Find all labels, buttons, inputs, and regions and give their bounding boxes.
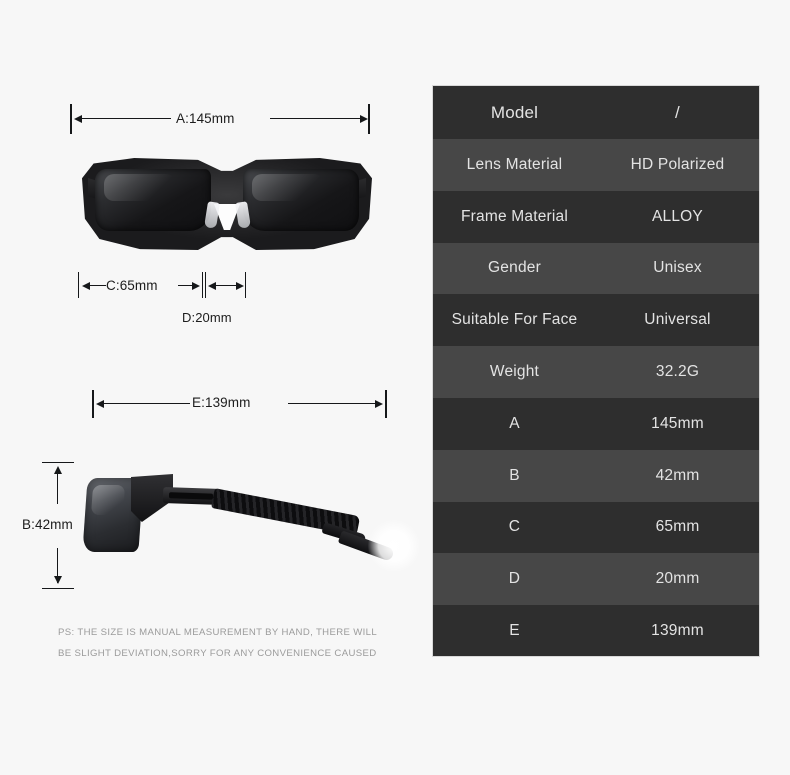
spec-value: HD Polarized (630, 155, 725, 173)
spec-value: 32.2G (655, 363, 700, 381)
dimension-d-annotation: D:20mm (182, 272, 247, 325)
spec-value: 42mm (655, 466, 700, 484)
dimension-b-label: B:42mm (22, 517, 73, 532)
spec-key: Frame Material (460, 207, 569, 225)
spec-key: Lens Material (466, 155, 563, 173)
front-lens-right (243, 169, 359, 231)
product-spec-page: A:145mm C:65mm D:20mm E:139mm B:42mm PS:… (0, 0, 790, 775)
disclaimer-line-2: BE SLIGHT DEVIATION,SORRY FOR ANY CONVEN… (58, 648, 377, 659)
sunglasses-front-view (82, 152, 372, 257)
spec-key: Suitable For Face (451, 311, 578, 329)
spec-value: 65mm (655, 518, 700, 536)
table-row: Gender Unisex (433, 242, 759, 295)
sunglasses-side-view (82, 470, 395, 575)
spec-key: D (508, 570, 521, 588)
disclaimer-line-1: PS: THE SIZE IS MANUAL MEASUREMENT BY HA… (58, 627, 378, 638)
dimension-a-label: A:145mm (176, 111, 235, 126)
table-row: Model / (433, 86, 759, 139)
dimension-e-annotation: E:139mm (92, 390, 387, 422)
specification-table: Model / Lens Material HD Polarized Frame… (432, 85, 760, 657)
illustration-column: A:145mm C:65mm D:20mm E:139mm B:42mm PS:… (0, 0, 430, 775)
spec-key: A (509, 414, 520, 432)
table-row: B 42mm (433, 449, 759, 502)
table-row: Lens Material HD Polarized (433, 139, 759, 191)
table-row: Weight 32.2G (433, 346, 759, 398)
table-row: D 20mm (433, 553, 759, 606)
spec-key: E (509, 622, 520, 640)
dimension-c-label: C:65mm (106, 278, 158, 293)
spec-value: / (675, 102, 680, 122)
table-row: E 139mm (433, 605, 759, 656)
table-row: Suitable For Face Universal (433, 294, 759, 347)
dimension-a-annotation: A:145mm (70, 104, 370, 138)
spec-key: B (509, 466, 520, 484)
light-glow (368, 520, 420, 572)
front-lens-left (95, 169, 211, 231)
spec-value: ALLOY (652, 207, 703, 225)
measurement-disclaimer: PS: THE SIZE IS MANUAL MEASUREMENT BY HA… (58, 622, 398, 664)
table-row: Frame Material ALLOY (433, 190, 759, 243)
spec-value: Universal (644, 311, 711, 329)
table-row: C 65mm (433, 501, 759, 554)
spec-key: Gender (488, 259, 541, 277)
dimension-d-label: D:20mm (182, 310, 232, 325)
spec-value: 145mm (651, 414, 704, 432)
spec-key: Model (490, 102, 539, 122)
spec-value: 139mm (651, 622, 704, 640)
table-row: A 145mm (433, 397, 759, 450)
spec-key: C (508, 518, 521, 536)
spec-value: 20mm (655, 570, 700, 588)
spec-key: Weight (489, 363, 540, 381)
spec-value: Unisex (653, 259, 702, 277)
dimension-e-label: E:139mm (192, 395, 251, 410)
